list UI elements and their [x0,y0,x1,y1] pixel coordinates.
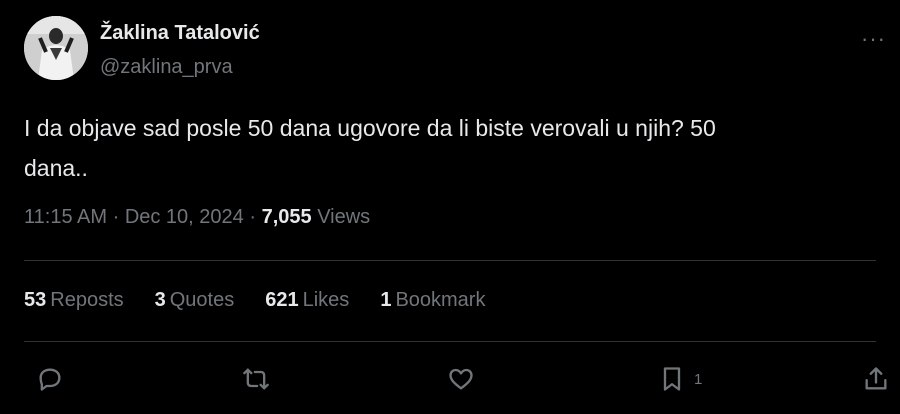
share-icon [865,367,887,390]
more-options-icon[interactable]: ··· [861,26,886,52]
divider [24,341,876,342]
bookmark-button[interactable]: 1 [658,364,702,394]
likes-stat[interactable]: 621 Likes [265,289,349,312]
reply-button[interactable] [36,364,64,394]
views-label: Views [311,206,371,228]
avatar[interactable] [24,16,88,80]
tweet-meta: 11:15 AM · Dec 10, 2024 · 7,055 Views [24,206,370,229]
meta-separator: · [243,206,262,228]
reply-icon [39,368,61,391]
author-handle[interactable]: @zaklina_prva [100,56,233,79]
bookmarks-count: 1 [380,289,392,311]
meta-separator: · [107,206,125,228]
reposts-count: 53 [24,289,47,311]
tweet-time[interactable]: 11:15 AM [24,206,107,228]
likes-count: 621 [265,289,299,311]
quotes-label: Quotes [169,289,235,311]
views-count: 7,055 [261,206,312,228]
tweet-text: I da objave sad posle 50 dana ugovore da… [24,108,844,188]
reposts-stat[interactable]: 53 Reposts [24,289,124,312]
tweet-date[interactable]: Dec 10, 2024 [125,206,244,228]
heart-icon [449,368,473,390]
engagement-stats: 53 Reposts 3 Quotes 621 Likes 1 Bookmark [24,289,516,312]
quotes-stat[interactable]: 3 Quotes [155,289,235,312]
repost-button[interactable] [242,364,270,394]
repost-icon [243,368,269,390]
tweet-text-line: dana.. [24,155,88,181]
like-button[interactable] [447,364,475,394]
divider [24,260,876,261]
quotes-count: 3 [154,289,166,311]
bookmarks-stat[interactable]: 1 Bookmark [380,289,485,312]
author-name[interactable]: Žaklina Tatalović [100,22,260,45]
bookmark-count: 1 [694,370,703,388]
share-button[interactable] [862,364,890,394]
bookmark-icon [663,367,681,391]
bookmarks-label: Bookmark [395,289,486,311]
avatar-image [24,16,88,80]
likes-label: Likes [302,289,350,311]
tweet-text-line: I da objave sad posle 50 dana ugovore da… [24,115,716,141]
reposts-label: Reposts [50,289,124,311]
